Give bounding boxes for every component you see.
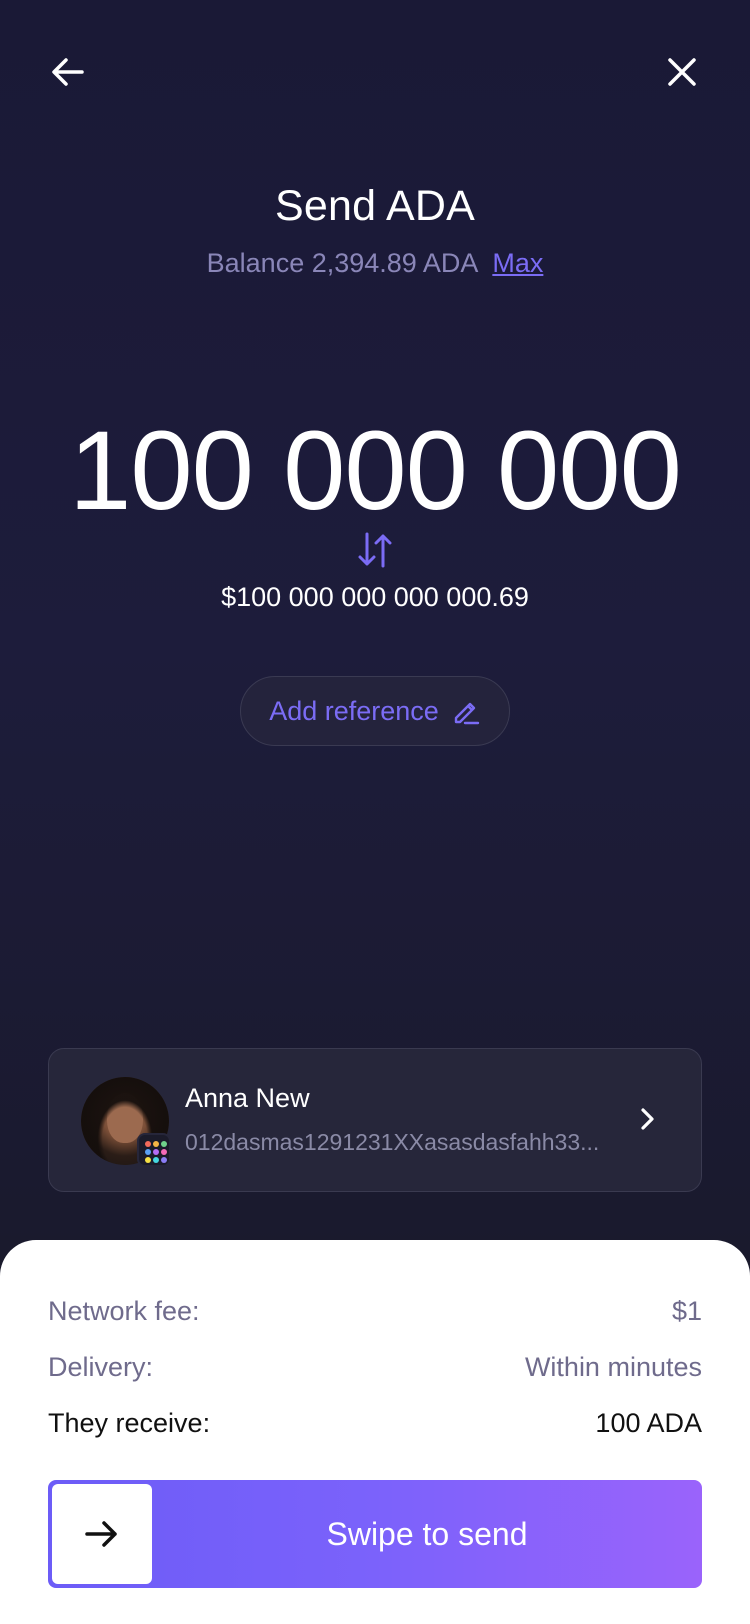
page-title: Send ADA bbox=[274, 182, 475, 230]
arrow-right-icon bbox=[85, 1521, 117, 1547]
close-button[interactable] bbox=[650, 40, 714, 104]
balance-row: Balance 2,394.89 ADA Max bbox=[0, 248, 750, 279]
max-link[interactable]: Max bbox=[492, 248, 543, 278]
fiat-amount: $100 000 000 000 000.69 bbox=[221, 582, 529, 612]
add-reference-label: Add reference bbox=[269, 695, 439, 726]
recipient-card[interactable]: Anna New 012dasmas1291231XXasasdasfahh33… bbox=[48, 1048, 702, 1192]
swipe-label: Swipe to send bbox=[326, 1515, 528, 1552]
add-reference-button[interactable]: Add reference bbox=[240, 676, 510, 746]
pencil-icon bbox=[454, 702, 479, 725]
summary-sheet: Network fee: $1 Delivery: Within minutes… bbox=[0, 1240, 750, 1624]
amount-display[interactable]: 100 000 000 bbox=[0, 415, 750, 527]
arrow-left-icon bbox=[52, 58, 84, 86]
wallet-badge-icon bbox=[137, 1133, 171, 1167]
receive-value: 100 ADA bbox=[595, 1408, 702, 1438]
delivery-value: Within minutes bbox=[524, 1352, 702, 1382]
delivery-row: Delivery: Within minutes bbox=[48, 1352, 702, 1383]
network-fee-label: Network fee: bbox=[48, 1296, 200, 1326]
recipient-address: 012dasmas1291231XXasasdasfahh33... bbox=[185, 1129, 600, 1155]
close-icon bbox=[668, 58, 696, 86]
recipient-name: Anna New bbox=[185, 1083, 310, 1113]
back-button[interactable] bbox=[36, 40, 100, 104]
swap-currency-button[interactable] bbox=[355, 530, 395, 570]
top-bar bbox=[0, 40, 750, 104]
balance-label: Balance 2,394.89 ADA bbox=[206, 248, 479, 278]
network-fee-row: Network fee: $1 bbox=[48, 1296, 702, 1327]
chevron-right-icon bbox=[627, 1099, 667, 1139]
swap-arrows-icon bbox=[358, 532, 392, 568]
delivery-label: Delivery: bbox=[48, 1352, 154, 1382]
swipe-to-send-slider[interactable]: Swipe to send bbox=[48, 1480, 702, 1588]
receive-label: They receive: bbox=[48, 1408, 211, 1438]
swipe-handle[interactable] bbox=[52, 1484, 152, 1584]
receive-row: They receive: 100 ADA bbox=[48, 1408, 702, 1439]
network-fee-value: $1 bbox=[671, 1296, 702, 1326]
